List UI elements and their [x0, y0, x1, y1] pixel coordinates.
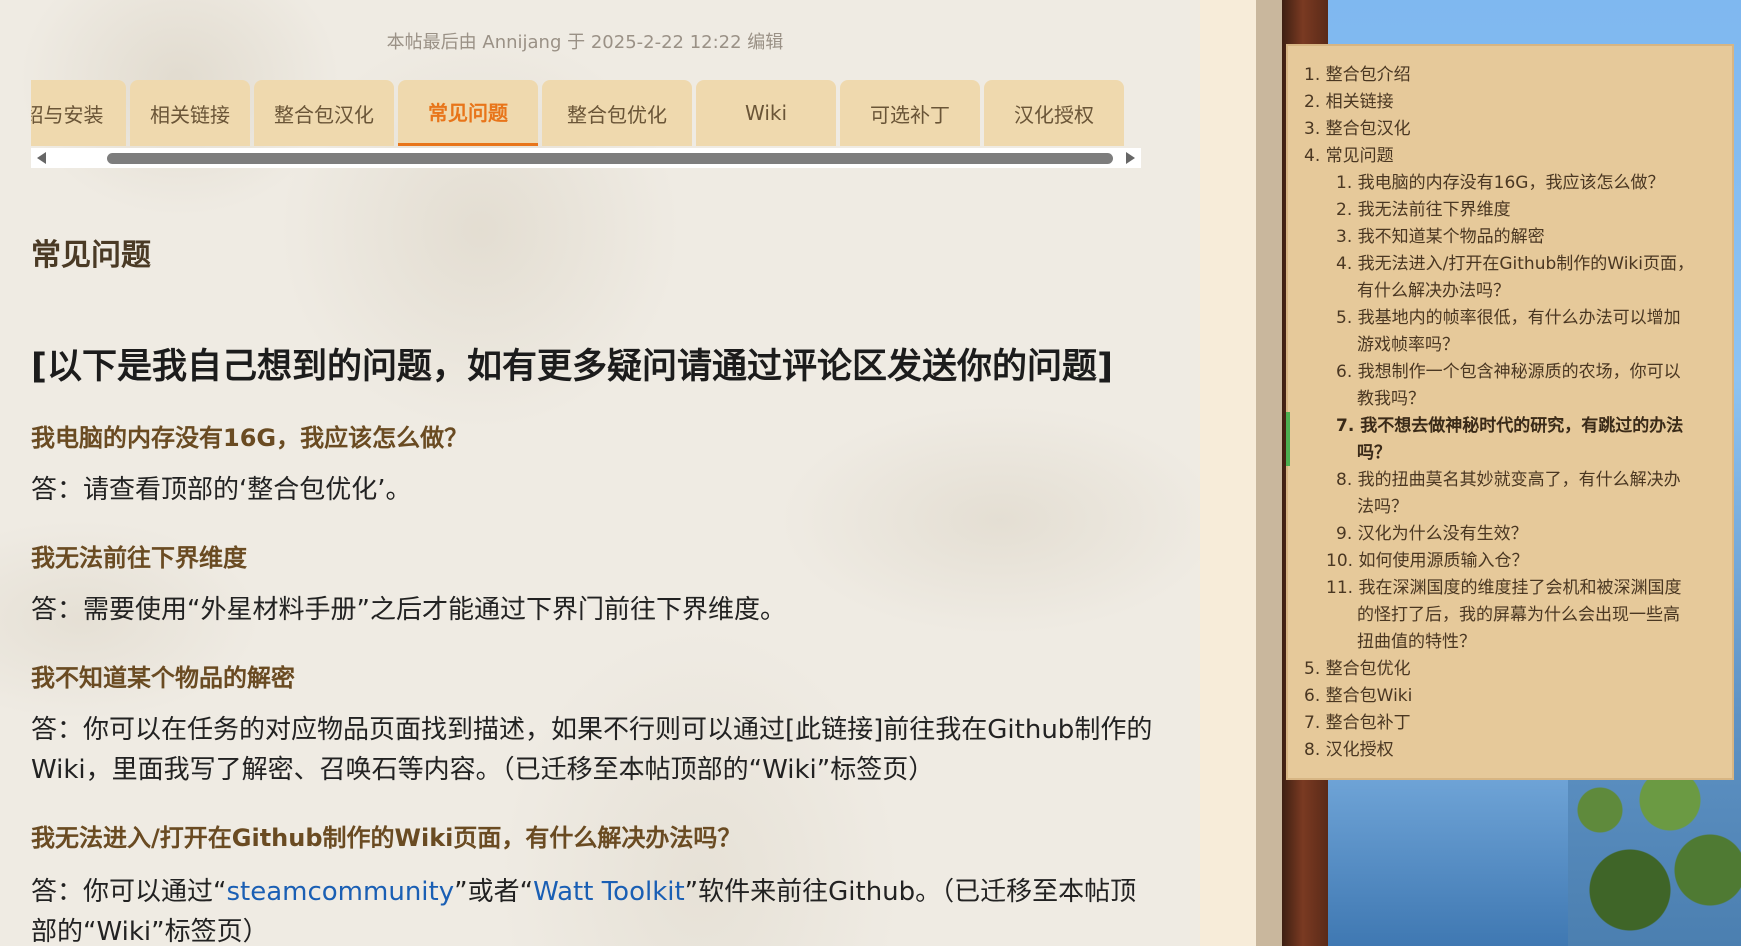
toc-subitem[interactable]: 3. 我不知道某个物品的解密 — [1336, 224, 1545, 251]
scroll-left-arrow-icon[interactable] — [37, 152, 46, 164]
faq-answer: 答：你可以通过“steamcommunity”或者“Watt Toolkit”软… — [31, 877, 1137, 946]
tab-intro-install[interactable]: 绍与安装 — [31, 80, 126, 146]
toc-current-marker — [1286, 412, 1290, 466]
tab-scrollbar[interactable] — [31, 148, 1141, 168]
toc-subitem-current[interactable]: 7. 我不想去做神秘时代的研究，有跳过的办法 吗？ — [1336, 413, 1683, 467]
intro-heading: [以下是我自己想到的问题，如有更多疑问请通过评论区发送你的问题] — [31, 347, 1113, 387]
toc-subitem[interactable]: 10. 如何使用源质输入仓？ — [1326, 548, 1528, 575]
tab-faq[interactable]: 常见问题 — [398, 80, 538, 146]
toc-item-localization[interactable]: 3. 整合包汉化 — [1304, 116, 1411, 143]
section-title: 常见问题 — [31, 238, 151, 273]
toc-subitem[interactable]: 9. 汉化为什么没有生效？ — [1336, 521, 1528, 548]
toc-subitem[interactable]: 6. 我想制作一个包含神秘源质的农场，你可以 教我吗？ — [1336, 359, 1681, 413]
frame-border — [1256, 0, 1282, 946]
toc-subitem[interactable]: 5. 我基地内的帧率很低，有什么办法可以增加 游戏帧率吗？ — [1336, 305, 1681, 359]
background-trees — [1560, 770, 1741, 946]
faq-question: 我电脑的内存没有16G，我应该怎么做？ — [31, 424, 469, 452]
background-water — [1328, 780, 1568, 946]
tab-related-links[interactable]: 相关链接 — [130, 80, 250, 146]
watt-toolkit-link[interactable]: Watt Toolkit — [533, 877, 685, 907]
scrollbar-thumb[interactable] — [107, 153, 1113, 164]
faq-question: 我无法前往下界维度 — [31, 544, 247, 572]
faq-question: 我不知道某个物品的解密 — [31, 664, 295, 692]
scroll-right-arrow-icon[interactable] — [1126, 152, 1135, 164]
post-edge — [1200, 0, 1256, 946]
faq-answer: 答：请查看顶部的‘整合包优化’。 — [31, 475, 412, 505]
tab-wiki[interactable]: Wiki — [696, 80, 836, 146]
toc-item-faq[interactable]: 4. 常见问题 — [1304, 143, 1394, 170]
faq-answer: 答：需要使用“外星材料手册”之后才能通过下界门前往下界维度。 — [31, 595, 786, 625]
steamcommunity-link[interactable]: steamcommunity — [226, 877, 454, 907]
faq-question: 我无法进入/打开在Github制作的Wiki页面，有什么解决办法吗？ — [31, 824, 742, 852]
toc-item-patch[interactable]: 7. 整合包补丁 — [1304, 710, 1411, 737]
faq-answer: 答：你可以在任务的对应物品页面找到描述，如果不行则可以通过[此链接]前往我在Gi… — [31, 715, 1153, 785]
tab-localization[interactable]: 整合包汉化 — [254, 80, 394, 146]
toc-item-intro[interactable]: 1. 整合包介绍 — [1304, 62, 1411, 89]
toc-item-optimization[interactable]: 5. 整合包优化 — [1304, 656, 1411, 683]
toc-item-wiki[interactable]: 6. 整合包Wiki — [1304, 683, 1412, 710]
toc-subitem[interactable]: 11. 我在深渊国度的维度挂了会机和被深渊国度 的怪打了后，我的屏幕为什么会出现一… — [1326, 575, 1681, 656]
table-of-contents: 1. 整合包介绍 2. 相关链接 3. 整合包汉化 4. 常见问题 1. 我电脑… — [1286, 44, 1734, 780]
edit-note: 本帖最后由 Annijang 于 2025-2-22 12:22 编辑 — [386, 32, 784, 53]
toc-item-license[interactable]: 8. 汉化授权 — [1304, 737, 1394, 764]
tab-optional-patch[interactable]: 可选补丁 — [840, 80, 980, 146]
tab-optimization[interactable]: 整合包优化 — [542, 80, 692, 146]
toc-item-links[interactable]: 2. 相关链接 — [1304, 89, 1394, 116]
post-area: 本帖最后由 Annijang 于 2025-2-22 12:22 编辑 绍与安装… — [0, 0, 1200, 946]
toc-subitem[interactable]: 4. 我无法进入/打开在Github制作的Wiki页面， 有什么解决办法吗？ — [1336, 251, 1694, 305]
tab-license[interactable]: 汉化授权 — [984, 80, 1124, 146]
toc-subitem[interactable]: 1. 我电脑的内存没有16G，我应该怎么做？ — [1336, 170, 1664, 197]
toc-subitem[interactable]: 8. 我的扭曲莫名其妙就变高了，有什么解决办 法吗？ — [1336, 467, 1681, 521]
toc-subitem[interactable]: 2. 我无法前往下界维度 — [1336, 197, 1511, 224]
